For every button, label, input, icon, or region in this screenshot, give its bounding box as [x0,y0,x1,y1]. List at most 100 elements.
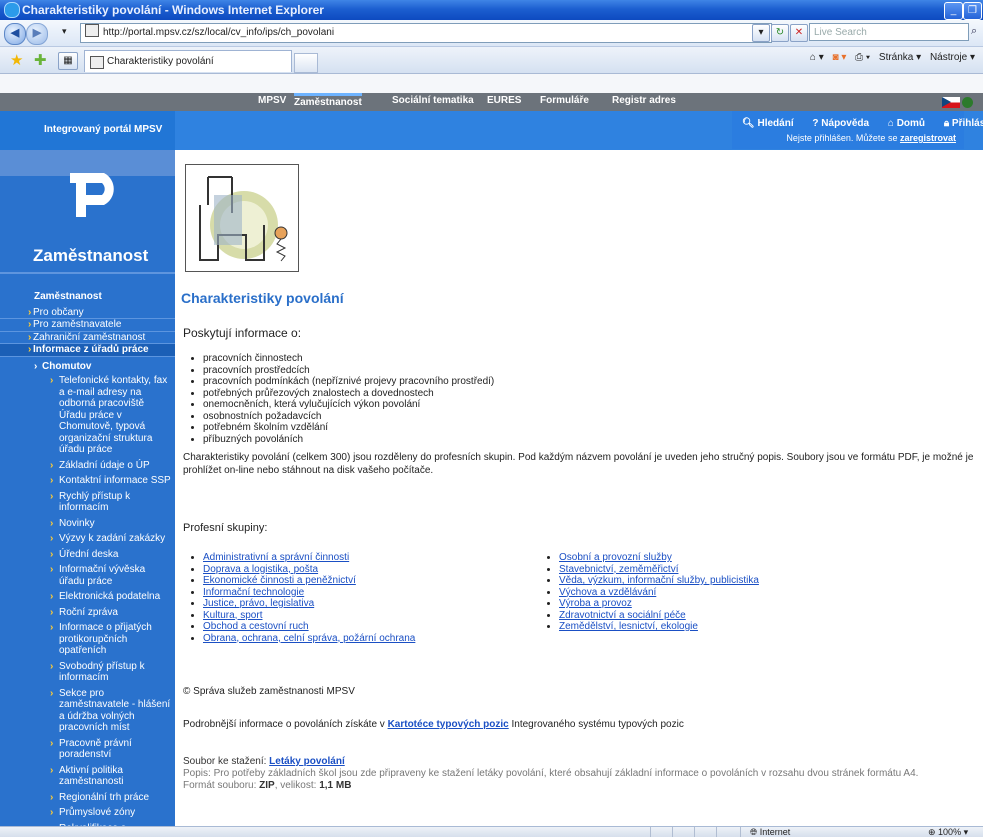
history-dropdown-icon[interactable]: ▾ [62,26,67,37]
tab-active[interactable]: Charakteristiky povolání [84,50,292,72]
copyright-text: © Správa služeb zaměstnanosti MPSV [183,686,355,697]
nav-item-chomutov[interactable]: Chomutov [0,361,175,373]
toolbox: 🔍︎ Hledání ? Nápověda ⌂ Domů 🔒︎ Přihlási… [732,111,983,149]
nav-item-pro-zamestnavatele[interactable]: Pro zaměstnavatele [0,319,175,332]
nav-subitem[interactable]: Elektronická podatelna [0,591,175,603]
group-link[interactable]: Doprava a logistika, pošta [203,564,318,575]
section-logo-icon [70,173,114,217]
home-tool[interactable]: ⌂ Domů [888,118,933,129]
group-list-item: Stavebnictví, zeměměřictví [559,564,759,576]
group-link[interactable]: Obrana, ochrana, celní správa, požární o… [203,633,415,644]
help-tool[interactable]: ? Nápověda [812,118,877,129]
print-icon[interactable]: ⎙ ▾ [855,52,870,63]
nav-subitem[interactable]: Kontaktní informace SSP [0,475,175,487]
nav-subitem[interactable]: Rychlý přístup k informacím [0,491,175,514]
group-link[interactable]: Výchova a vzdělávání [559,587,656,598]
nav-subitem[interactable]: Aktivní politika zaměstnanosti [0,765,175,788]
nav-item-zahranicni[interactable]: Zahraniční zaměstnanost [0,332,175,344]
group-link[interactable]: Zdravotnictví a sociální péče [559,610,686,621]
group-link[interactable]: Kultura, sport [203,610,262,621]
search-icon[interactable]: ⌕ [971,25,977,38]
group-link[interactable]: Věda, výzkum, informační služby, publici… [559,575,759,586]
nav-subitem[interactable]: Novinky [0,518,175,530]
nav-subitem[interactable]: Úřední deska [0,549,175,561]
topnav-mpsv[interactable]: MPSV [258,95,286,106]
czech-flag-icon[interactable] [942,97,960,108]
nav-item-informace-uradu[interactable]: Informace z úřadů práce [0,344,175,357]
nav-subitem[interactable]: Regionální trh práce [0,792,175,804]
login-tool[interactable]: 🔒︎ Přihlásit [944,118,983,129]
nav-subitem[interactable]: Pracovně právní poradenství [0,738,175,761]
group-link[interactable]: Zemědělství, lesnictví, ekologie [559,621,698,632]
feeds-icon[interactable]: ◙ ▾ [833,52,847,63]
back-button[interactable]: ◀ [4,23,26,45]
window-titlebar: Charakteristiky povolání - Windows Inter… [0,0,983,20]
download-link[interactable]: Letáky povolání [269,756,345,767]
group-link[interactable]: Informační technologie [203,587,304,598]
info-list-item: potřebných průřezových znalostech a dove… [203,388,494,400]
url-text: http://portal.mpsv.cz/sz/local/cv_info/i… [103,27,335,38]
group-link[interactable]: Stavebnictví, zeměměřictví [559,564,678,575]
download-section: Soubor ke stažení: Letáky povolání Popis… [183,756,918,792]
search-tool-label: Hledání [757,118,794,129]
topnav-registr-adres[interactable]: Registr adres [612,95,676,106]
group-link[interactable]: Výroba a provoz [559,598,632,609]
nav-subitem[interactable]: Telefonické kontakty, fax a e-mail adres… [0,375,175,456]
favorites-star-icon[interactable]: ★ [10,51,23,69]
group-list-item: Výroba a provoz [559,598,759,610]
add-favorites-icon[interactable]: ✚ [34,51,47,69]
group-link[interactable]: Osobní a provozní služby [559,552,672,563]
info-list-item: onemocněních, která vylučujících výkon p… [203,399,494,411]
group-link[interactable]: Justice, právo, legislativa [203,598,314,609]
nav-subitem[interactable]: Průmyslové zóny [0,807,175,819]
refresh-button[interactable]: ↻ [771,24,789,42]
page-menu[interactable]: Stránka ▾ [879,52,921,63]
group-list-item: Doprava a logistika, pošta [203,564,415,576]
url-dropdown-button[interactable]: ▾ [752,24,770,42]
tab-row: ★ ✚ ▦ Charakteristiky povolání ⌂ ▾ ◙ ▾ ⎙… [0,47,983,74]
main-content: Charakteristiky povolání Poskytují infor… [175,150,983,826]
tab-list-button[interactable]: ▦ [58,52,78,70]
topnav-formulare[interactable]: Formuláře [540,95,589,106]
new-tab-button[interactable] [294,53,318,73]
nav-subitem[interactable]: Roční zpráva [0,607,175,619]
nav-subitem[interactable]: Základní údaje o ÚP [0,460,175,472]
minimize-button[interactable]: _ [944,2,963,20]
nav-subitem[interactable]: Svobodný přístup k informacím [0,661,175,684]
search-input[interactable]: Live Search [809,23,969,41]
group-link[interactable]: Administrativní a správní činnosti [203,552,349,563]
status-bar: 🌐︎ Internet ⊕ 100% ▾ [0,826,983,837]
restore-button[interactable]: ❐ [963,2,982,20]
topnav-zamestnanost[interactable]: Zaměstnanost [294,93,362,108]
group-list-item: Administrativní a správní činnosti [203,552,415,564]
info-list-item: pracovních prostředcích [203,365,494,377]
group-list-item: Obchod a cestovní ruch [203,621,415,633]
nav-item-pro-obcany[interactable]: Pro občany [0,307,175,319]
group-list-item: Justice, právo, legislativa [203,598,415,610]
nav-subitem[interactable]: Výzvy k zadání zakázky [0,533,175,545]
more-info-prefix: Podrobnější informace o povoláních získá… [183,719,385,730]
kartoteka-link[interactable]: Kartotéce typových pozic [388,719,509,730]
section-title: Zaměstnanost [33,246,149,265]
search-tool[interactable]: 🔍︎ Hledání [742,118,802,129]
login-note-text: Nejste přihlášen. Můžete se [786,133,898,143]
nav-subitem[interactable]: Informační vývěska úřadu práce [0,564,175,587]
url-input[interactable]: http://portal.mpsv.cz/sz/local/cv_info/i… [80,23,772,43]
group-link[interactable]: Obchod a cestovní ruch [203,621,309,632]
register-link[interactable]: zaregistrovat [900,133,956,143]
nav-subitem[interactable]: Sekce pro zaměstnavatele - hlášení a údr… [0,688,175,734]
group-link[interactable]: Ekonomické činnosti a peněžnictví [203,575,356,586]
nav-root[interactable]: Zaměstnanost [0,291,175,303]
tools-menu[interactable]: Nástroje ▾ [930,52,975,63]
home-icon[interactable]: ⌂ ▾ [810,52,824,63]
nav-subitem[interactable]: Informace o přijatých protikorupčních op… [0,622,175,657]
format-label: Formát souboru: [183,780,257,791]
topnav-socialni-tematika[interactable]: Sociální tematika [392,95,474,106]
globe-icon[interactable] [962,97,973,108]
format-value: ZIP [259,780,275,791]
description-text: Charakteristiky povolání (celkem 300) js… [183,452,974,476]
topnav-eures[interactable]: EURES [487,95,521,106]
portal-name[interactable]: Integrovaný portál MPSV [44,124,162,135]
stop-button[interactable]: ✕ [790,24,808,42]
forward-button[interactable]: ▶ [26,23,48,45]
